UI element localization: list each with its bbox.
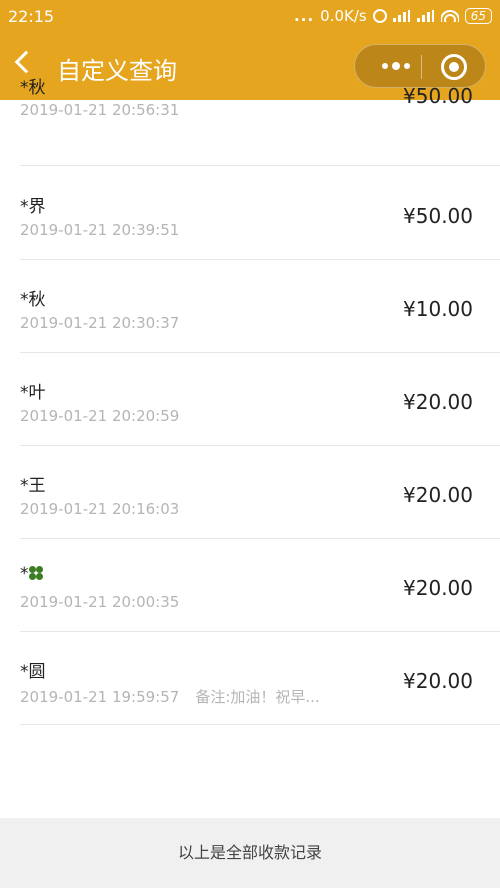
record-datetime: 2019-01-21 20:30:37 — [20, 314, 180, 332]
record-amount: ¥20.00 — [403, 576, 473, 600]
list-item[interactable]: *叶 2019-01-21 20:20:59 ¥20.00 — [0, 353, 500, 446]
list-item[interactable]: * 2019-01-21 20:00:35 ¥20.00 — [0, 539, 500, 632]
alarm-icon — [372, 9, 387, 23]
signal-icon-2 — [416, 10, 435, 22]
row-divider — [20, 724, 500, 725]
clover-icon — [28, 566, 43, 580]
list-item[interactable]: *王 2019-01-21 20:16:03 ¥20.00 — [0, 446, 500, 539]
wifi-icon — [440, 10, 459, 22]
record-datetime: 2019-01-21 20:39:51 — [20, 221, 180, 239]
record-amount: ¥50.00 — [403, 204, 473, 228]
list-item[interactable]: *圆 2019-01-21 19:59:57 备注:加油！祝早... ¥20.00 — [0, 632, 500, 725]
payer-name: *秋 — [20, 78, 46, 98]
record-amount: ¥20.00 — [403, 669, 473, 693]
record-amount: ¥20.00 — [403, 483, 473, 507]
list-end-footer: 以上是全部收款记录 — [0, 818, 500, 888]
list-item[interactable]: *秋 2019-01-21 20:30:37 ¥10.00 — [0, 260, 500, 353]
record-datetime: 2019-01-21 20:00:35 — [20, 593, 180, 611]
payer-name: *王 — [20, 476, 46, 496]
status-bar: 22:15 ... 0.0K/s 65 — [0, 0, 500, 34]
record-datetime: 2019-01-21 20:16:03 — [20, 500, 180, 518]
more-dots-indicator: ... — [294, 7, 315, 25]
record-amount: ¥10.00 — [403, 297, 473, 321]
row-divider — [20, 165, 500, 166]
payer-name: *界 — [20, 197, 46, 217]
record-amount: ¥50.00 — [403, 84, 473, 108]
status-time: 22:15 — [8, 7, 55, 26]
list-item[interactable]: *秋 2019-01-21 20:56:31 ¥50.00 — [0, 73, 500, 166]
signal-icon — [392, 10, 411, 22]
payer-name: *秋 — [20, 290, 46, 310]
record-datetime: 2019-01-21 19:59:57 备注:加油！祝早... — [20, 688, 320, 706]
payer-name: * — [20, 564, 43, 584]
record-amount: ¥20.00 — [403, 390, 473, 414]
back-arrow-icon[interactable] — [14, 50, 38, 74]
record-datetime: 2019-01-21 20:20:59 — [20, 407, 180, 425]
network-speed: 0.0K/s — [320, 7, 367, 25]
record-note: 备注:加油！祝早... — [195, 688, 320, 706]
payer-name: *圆 — [20, 662, 46, 682]
list-item[interactable]: *界 2019-01-21 20:39:51 ¥50.00 — [0, 167, 500, 260]
payer-name: *叶 — [20, 383, 46, 403]
record-datetime: 2019-01-21 20:56:31 — [20, 101, 180, 119]
battery-icon: 65 — [464, 8, 492, 24]
